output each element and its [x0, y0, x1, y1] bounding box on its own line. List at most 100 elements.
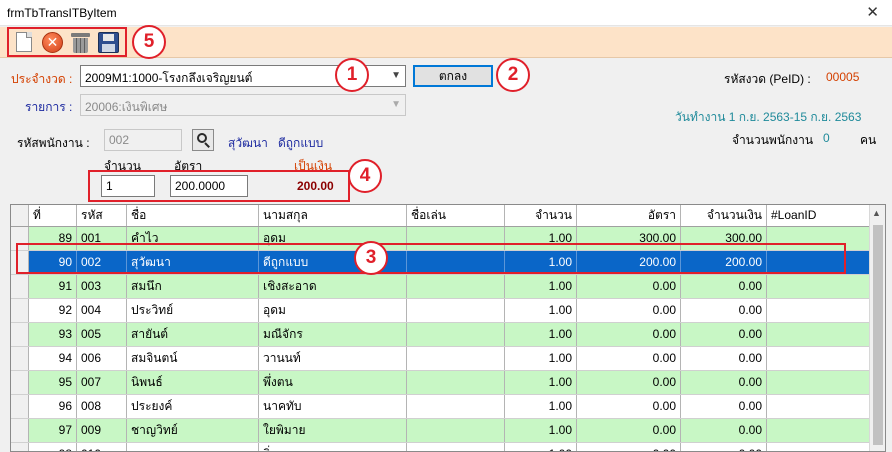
- table-row[interactable]: 95 007 นิพนธ์ พึ่งตน 1.00 0.00 0.00: [11, 371, 871, 395]
- cell-loan-id[interactable]: [767, 443, 871, 451]
- qty-field[interactable]: 1: [101, 175, 155, 197]
- column-header-rate[interactable]: อัตรา: [577, 205, 681, 226]
- scrollbar-thumb[interactable]: [873, 225, 883, 445]
- close-icon[interactable]: ✕: [866, 3, 879, 21]
- cell-nickname[interactable]: [407, 443, 505, 451]
- chevron-down-icon[interactable]: ▼: [391, 70, 401, 81]
- cell-code[interactable]: 004: [77, 299, 127, 322]
- cell-last-name[interactable]: ใยพิมาย: [259, 419, 407, 442]
- cell-nickname[interactable]: [407, 419, 505, 442]
- cell-qty[interactable]: 1.00: [505, 371, 577, 394]
- table-row[interactable]: 96 008 ประยงค์ นาคทับ 1.00 0.00 0.00: [11, 395, 871, 419]
- cell-rate[interactable]: 0.00: [577, 395, 681, 418]
- cell-last-name[interactable]: ถิ่นพนา: [259, 443, 407, 451]
- cell-amount[interactable]: 0.00: [681, 299, 767, 322]
- cell-first-name[interactable]: นิพนธ์: [127, 371, 259, 394]
- table-row[interactable]: 98010อาคมถิ่นพนา1.000.000.00: [11, 443, 871, 451]
- cell-rate[interactable]: 0.00: [577, 323, 681, 346]
- table-row[interactable]: 97 009 ชาญวิทย์ ใยพิมาย 1.00 0.00 0.00: [11, 419, 871, 443]
- cell-amount[interactable]: 0.00: [681, 443, 767, 451]
- column-header-amount[interactable]: จำนวนเงิน: [681, 205, 767, 226]
- column-header-last-name[interactable]: นามสกุล: [259, 205, 407, 226]
- cell-rate[interactable]: 0.00: [577, 443, 681, 451]
- cell-first-name[interactable]: สายันต์: [127, 323, 259, 346]
- vertical-scrollbar[interactable]: ▲: [869, 205, 885, 451]
- table-row[interactable]: 94 006 สมจินตน์ วานนท์ 1.00 0.00 0.00: [11, 347, 871, 371]
- cell-last-name[interactable]: เชิงสะอาด: [259, 275, 407, 298]
- cell-code[interactable]: 005: [77, 323, 127, 346]
- cell-loan-id[interactable]: [767, 323, 871, 346]
- cell-loan-id[interactable]: [767, 347, 871, 370]
- table-row[interactable]: 93 005 สายันต์ มณีจักร 1.00 0.00 0.00: [11, 323, 871, 347]
- cell-qty[interactable]: 1.00: [505, 275, 577, 298]
- column-header-loan-id[interactable]: #LoanID: [767, 205, 871, 226]
- table-row[interactable]: 92 004 ประวิทย์ อุดม 1.00 0.00 0.00: [11, 299, 871, 323]
- cell-last-name[interactable]: นาคทับ: [259, 395, 407, 418]
- cell-code[interactable]: 003: [77, 275, 127, 298]
- cell-first-name[interactable]: อาคม: [127, 443, 259, 451]
- cell-amount[interactable]: 0.00: [681, 395, 767, 418]
- cell-no[interactable]: 94: [29, 347, 77, 370]
- row-indicator[interactable]: [11, 347, 29, 370]
- cell-rate[interactable]: 0.00: [577, 347, 681, 370]
- cell-first-name[interactable]: สมจินตน์: [127, 347, 259, 370]
- cell-last-name[interactable]: มณีจักร: [259, 323, 407, 346]
- cell-no[interactable]: 98: [29, 443, 77, 451]
- cell-qty[interactable]: 1.00: [505, 347, 577, 370]
- row-indicator[interactable]: [11, 443, 29, 451]
- cell-code[interactable]: 010: [77, 443, 127, 451]
- cell-amount[interactable]: 0.00: [681, 419, 767, 442]
- table-row[interactable]: 91 003 สมนึก เชิงสะอาด 1.00 0.00 0.00: [11, 275, 871, 299]
- row-indicator[interactable]: [11, 419, 29, 442]
- cell-last-name[interactable]: วานนท์: [259, 347, 407, 370]
- search-button[interactable]: [192, 129, 214, 151]
- cell-amount[interactable]: 0.00: [681, 347, 767, 370]
- ok-button[interactable]: ตกลง: [413, 65, 493, 87]
- cell-loan-id[interactable]: [767, 275, 871, 298]
- cell-amount[interactable]: 0.00: [681, 371, 767, 394]
- cell-code[interactable]: 008: [77, 395, 127, 418]
- cell-first-name[interactable]: สมนึก: [127, 275, 259, 298]
- cell-nickname[interactable]: [407, 395, 505, 418]
- cell-last-name[interactable]: อุดม: [259, 299, 407, 322]
- cell-first-name[interactable]: ประยงค์: [127, 395, 259, 418]
- cell-first-name[interactable]: ประวิทย์: [127, 299, 259, 322]
- cell-nickname[interactable]: [407, 347, 505, 370]
- cell-amount[interactable]: 0.00: [681, 323, 767, 346]
- employee-grid[interactable]: ที่ รหัส ชื่อ นามสกุล ชื่อเล่น จำนวน อัต…: [10, 204, 886, 452]
- cell-nickname[interactable]: [407, 323, 505, 346]
- cell-qty[interactable]: 1.00: [505, 395, 577, 418]
- cell-code[interactable]: 006: [77, 347, 127, 370]
- column-header-nickname[interactable]: ชื่อเล่น: [407, 205, 505, 226]
- cell-rate[interactable]: 0.00: [577, 299, 681, 322]
- cell-rate[interactable]: 0.00: [577, 275, 681, 298]
- cell-qty[interactable]: 1.00: [505, 443, 577, 451]
- cell-no[interactable]: 91: [29, 275, 77, 298]
- cell-loan-id[interactable]: [767, 299, 871, 322]
- row-indicator[interactable]: [11, 299, 29, 322]
- cell-no[interactable]: 95: [29, 371, 77, 394]
- column-header-qty[interactable]: จำนวน: [505, 205, 577, 226]
- cell-qty[interactable]: 1.00: [505, 419, 577, 442]
- cell-qty[interactable]: 1.00: [505, 299, 577, 322]
- cell-nickname[interactable]: [407, 275, 505, 298]
- chevron-up-icon[interactable]: ▲: [872, 208, 881, 218]
- column-header-code[interactable]: รหัส: [77, 205, 127, 226]
- cell-rate[interactable]: 0.00: [577, 371, 681, 394]
- cell-code[interactable]: 009: [77, 419, 127, 442]
- cell-no[interactable]: 96: [29, 395, 77, 418]
- cell-amount[interactable]: 0.00: [681, 275, 767, 298]
- cell-nickname[interactable]: [407, 299, 505, 322]
- cell-code[interactable]: 007: [77, 371, 127, 394]
- cell-last-name[interactable]: พึ่งตน: [259, 371, 407, 394]
- cell-no[interactable]: 97: [29, 419, 77, 442]
- cell-no[interactable]: 93: [29, 323, 77, 346]
- cell-loan-id[interactable]: [767, 419, 871, 442]
- row-indicator[interactable]: [11, 323, 29, 346]
- row-indicator[interactable]: [11, 395, 29, 418]
- column-header-first-name[interactable]: ชื่อ: [127, 205, 259, 226]
- cell-rate[interactable]: 0.00: [577, 419, 681, 442]
- cell-no[interactable]: 92: [29, 299, 77, 322]
- cell-loan-id[interactable]: [767, 371, 871, 394]
- cell-first-name[interactable]: ชาญวิทย์: [127, 419, 259, 442]
